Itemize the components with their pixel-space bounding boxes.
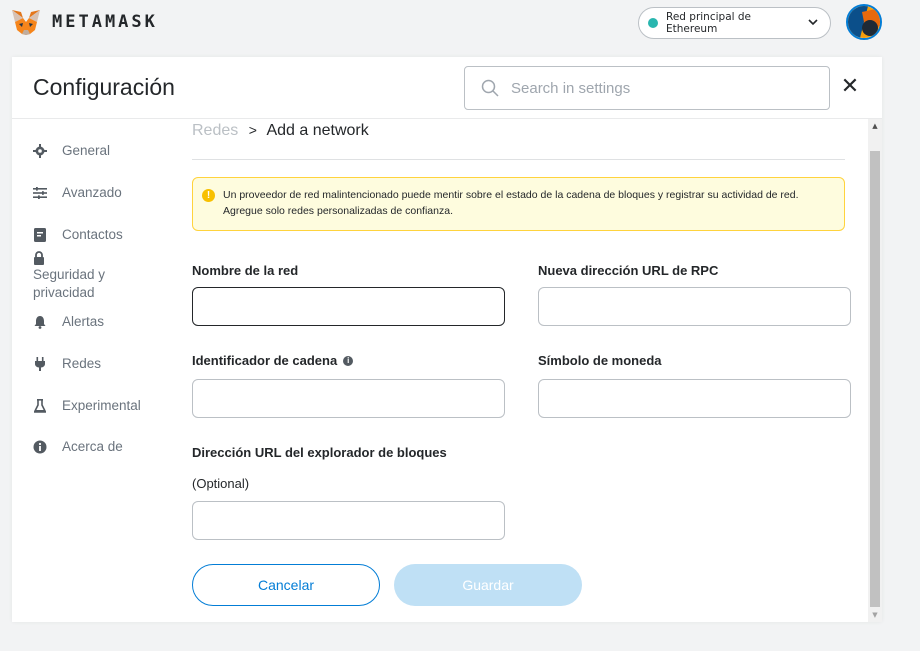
breadcrumb: Redes > Add a network bbox=[192, 122, 369, 140]
contacts-book-icon bbox=[33, 227, 47, 242]
sidebar-item-label: Redes bbox=[62, 356, 102, 371]
network-label: Red principal de Ethereum bbox=[666, 11, 752, 35]
info-icon bbox=[33, 440, 47, 454]
metamask-fox-icon[interactable] bbox=[10, 8, 42, 38]
account-avatar[interactable] bbox=[846, 4, 882, 40]
sidebar-item-seguridad[interactable]: Seguridad y privacidad bbox=[33, 251, 143, 302]
sidebar-item-label: Acerca de bbox=[62, 439, 123, 454]
sidebar-item-acerca[interactable]: Acerca de bbox=[33, 439, 123, 454]
sidebar-item-label: Contactos bbox=[62, 227, 123, 242]
warning-banner: ! Un proveedor de red malintencionado pu… bbox=[192, 177, 845, 231]
scroll-up-arrow-icon[interactable]: ▲ bbox=[868, 119, 882, 133]
header-divider bbox=[192, 159, 845, 160]
rpc-url-input[interactable] bbox=[538, 287, 851, 326]
warning-text: Un proveedor de red malintencionado pued… bbox=[223, 189, 799, 217]
sidebar-item-label: Seguridad y privacidad bbox=[33, 267, 106, 300]
sidebar-item-experimental[interactable]: Experimental bbox=[33, 398, 141, 413]
sidebar-item-avanzado[interactable]: Avanzado bbox=[33, 185, 122, 200]
close-icon[interactable]: ✕ bbox=[840, 76, 860, 98]
sliders-icon bbox=[33, 186, 47, 200]
add-network-form: Redes > Add a network ! Un proveedor de … bbox=[192, 119, 852, 622]
settings-header: Configuración ✕ bbox=[12, 57, 882, 119]
scroll-down-arrow-icon[interactable]: ▼ bbox=[868, 608, 882, 622]
chain-id-label: Identificador de cadena bbox=[192, 353, 338, 368]
network-selector[interactable]: Red principal de Ethereum bbox=[638, 7, 831, 39]
chain-id-input[interactable] bbox=[192, 379, 505, 418]
flask-icon bbox=[33, 398, 47, 413]
top-bar: METAMASK Red principal de Ethereum bbox=[0, 0, 920, 48]
sidebar-item-contactos[interactable]: Contactos bbox=[33, 227, 123, 242]
chevron-down-icon bbox=[804, 18, 822, 29]
page-title: Configuración bbox=[33, 74, 175, 100]
brand-wordmark: METAMASK bbox=[52, 12, 158, 32]
bell-icon bbox=[33, 315, 47, 329]
sidebar-item-alertas[interactable]: Alertas bbox=[33, 314, 104, 329]
info-icon[interactable]: i bbox=[343, 355, 354, 366]
sidebar-item-redes[interactable]: Redes bbox=[33, 356, 101, 371]
currency-symbol-label: Símbolo de moneda bbox=[538, 353, 662, 368]
breadcrumb-separator: > bbox=[248, 122, 257, 138]
network-status-dot bbox=[648, 18, 658, 28]
gear-icon bbox=[33, 143, 47, 158]
sidebar-item-label: General bbox=[62, 143, 111, 158]
breadcrumb-current: Add a network bbox=[266, 122, 369, 139]
cancel-button[interactable]: Cancelar bbox=[192, 564, 380, 606]
sidebar-item-label: Alertas bbox=[62, 314, 105, 329]
scrollbar-thumb[interactable] bbox=[870, 151, 880, 607]
search-input[interactable] bbox=[511, 79, 801, 97]
currency-symbol-input[interactable] bbox=[538, 379, 851, 418]
search-icon bbox=[481, 79, 499, 97]
warning-icon: ! bbox=[202, 189, 215, 202]
search-box[interactable] bbox=[464, 66, 830, 110]
scrollbar[interactable]: ▲ ▼ bbox=[868, 119, 882, 622]
chain-id-label-row: Identificador de cadena i bbox=[192, 353, 354, 368]
sidebar-item-label: Avanzado bbox=[62, 185, 122, 200]
settings-sidebar: General Avanzado Contactos Seguridad y p… bbox=[12, 119, 172, 622]
explorer-optional-note: (Optional) bbox=[192, 476, 250, 491]
explorer-url-label: Dirección URL del explorador de bloques bbox=[192, 445, 447, 460]
save-button[interactable]: Guardar bbox=[394, 564, 582, 606]
network-name-label: Nombre de la red bbox=[192, 263, 299, 278]
sidebar-item-general[interactable]: General bbox=[33, 143, 110, 158]
network-name-input[interactable] bbox=[192, 287, 505, 326]
rpc-url-label: Nueva dirección URL de RPC bbox=[538, 263, 719, 278]
settings-panel: Configuración ✕ General Avanzado bbox=[12, 57, 882, 622]
plug-icon bbox=[33, 356, 47, 371]
breadcrumb-parent[interactable]: Redes bbox=[192, 122, 238, 139]
explorer-url-input[interactable] bbox=[192, 501, 505, 540]
sidebar-item-label: Experimental bbox=[62, 398, 141, 413]
lock-icon bbox=[33, 251, 47, 265]
